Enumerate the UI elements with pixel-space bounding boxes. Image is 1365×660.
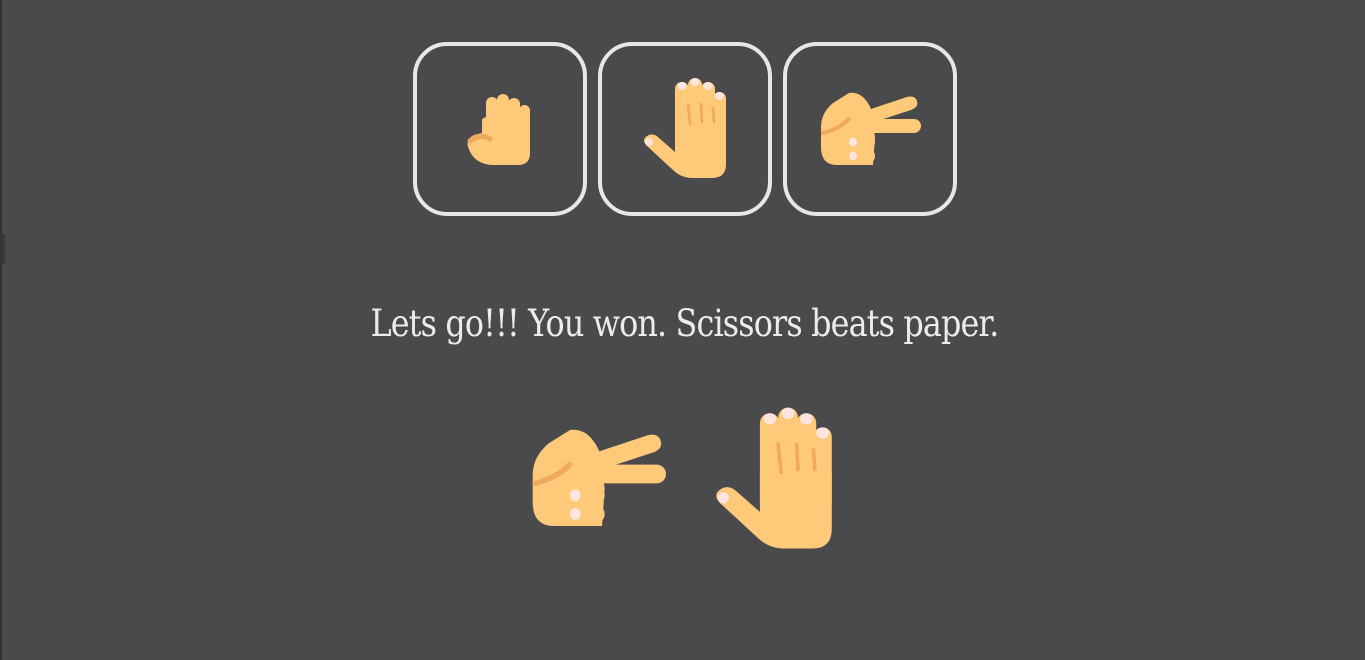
game-page: Lets go!!! You won. Scissors beats paper… <box>0 0 1365 660</box>
result-message: Lets go!!! You won. Scissors beats paper… <box>370 302 999 345</box>
player-scissors-icon <box>532 429 666 526</box>
scissors-button[interactable] <box>783 42 957 216</box>
paper-button[interactable] <box>598 42 772 216</box>
scissors-hand-icon <box>821 92 921 165</box>
computer-paper-icon <box>716 407 832 549</box>
choice-buttons <box>413 42 957 216</box>
rock-fist-icon <box>467 94 530 165</box>
rock-button[interactable] <box>413 42 587 216</box>
outcome-display <box>522 402 842 557</box>
window-edge <box>2 234 5 264</box>
paper-hand-icon <box>644 78 726 178</box>
